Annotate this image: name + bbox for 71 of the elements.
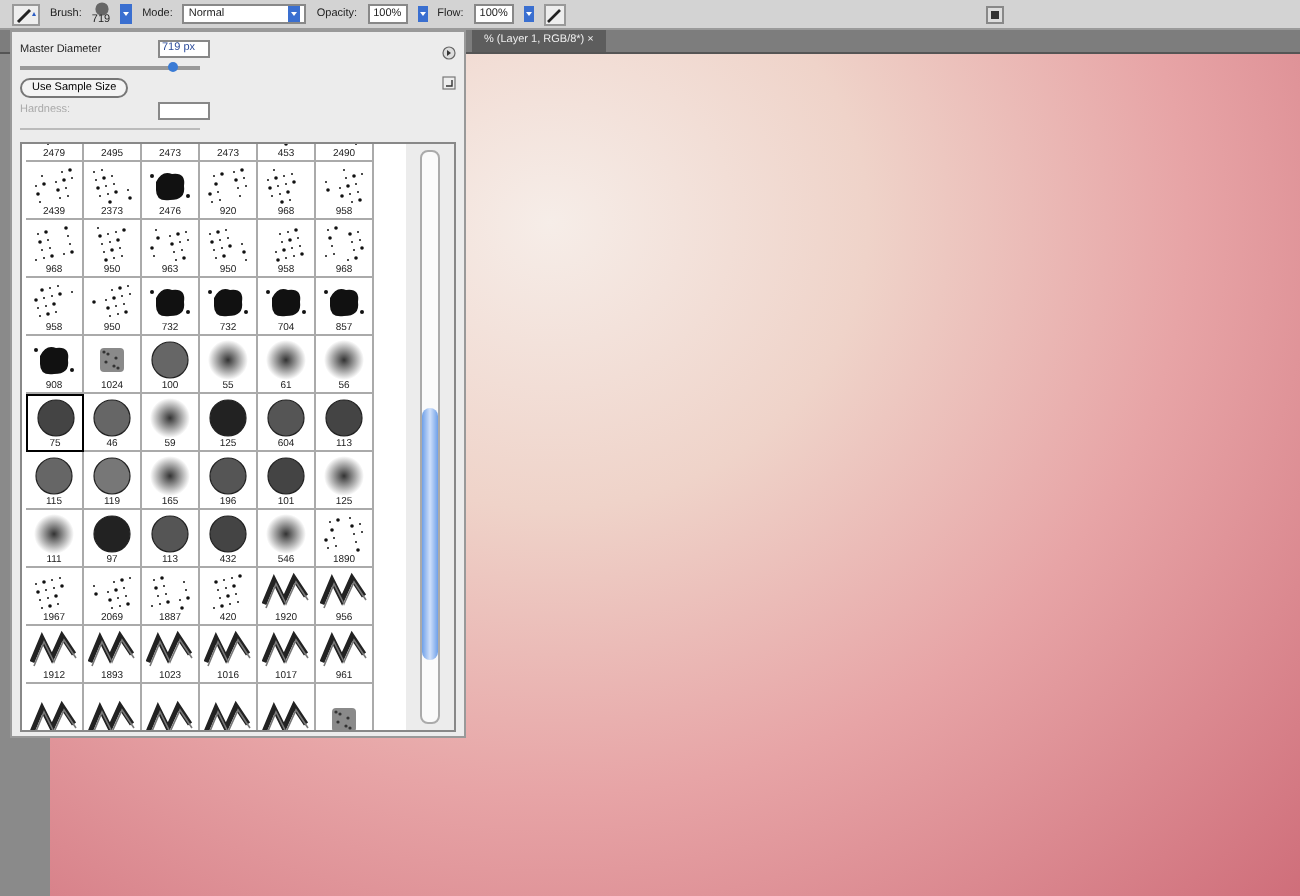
brush-tip-icon bbox=[34, 514, 74, 554]
slider-thumb[interactable] bbox=[168, 62, 178, 72]
brush-tip-icon bbox=[262, 700, 309, 730]
brush-tip-icon bbox=[88, 630, 135, 667]
brush-tip-icon bbox=[209, 457, 247, 495]
brush-tip-icon bbox=[204, 630, 251, 667]
brush-preset[interactable] bbox=[26, 684, 84, 730]
brush-tip-icon bbox=[146, 630, 193, 667]
brush-tip-icon bbox=[209, 229, 247, 261]
flyout-menu-icon bbox=[442, 46, 456, 60]
brush-tip-icon bbox=[150, 229, 189, 261]
brush-tip-icon bbox=[100, 348, 124, 372]
brush-tip-icon bbox=[34, 347, 74, 375]
brush-tip-icon bbox=[209, 515, 247, 553]
brush-tip-icon bbox=[208, 340, 248, 380]
brush-tip-icon bbox=[267, 399, 305, 437]
brush-tip-icon bbox=[35, 577, 64, 609]
brush-tip-icon bbox=[262, 572, 309, 609]
new-preset-icon bbox=[442, 76, 456, 90]
brush-tip-icon bbox=[324, 517, 363, 552]
brush-tip-icon bbox=[208, 289, 248, 317]
brush-tip-icon bbox=[151, 576, 190, 610]
brush-tip-icon bbox=[150, 173, 190, 201]
brush-tip-icon bbox=[324, 456, 364, 496]
brush-tip-icon bbox=[97, 227, 126, 262]
brush-tip-icon bbox=[93, 2, 109, 16]
brush-tip-icon bbox=[324, 340, 364, 380]
brush-preset[interactable] bbox=[142, 684, 200, 730]
brush-preset[interactable] bbox=[258, 684, 316, 730]
brush-tip-icon bbox=[320, 572, 367, 609]
brush-preset[interactable] bbox=[200, 684, 258, 730]
brush-tip-icon bbox=[262, 630, 309, 667]
brush-tip-icon bbox=[35, 226, 74, 261]
brush-tip-icon bbox=[150, 456, 190, 496]
brush-tip-icon bbox=[266, 514, 306, 554]
brush-tip-icon bbox=[93, 457, 131, 495]
scrollbar-thumb[interactable] bbox=[422, 408, 438, 660]
brush-tip-icon bbox=[266, 289, 306, 317]
brush-tip-icon bbox=[36, 399, 74, 437]
brush-tip-icon bbox=[93, 577, 131, 609]
brush-tip-icon bbox=[146, 700, 193, 730]
brush-tip-icon bbox=[151, 341, 189, 379]
palette-icon bbox=[985, 5, 1004, 23]
brush-tip-icon bbox=[324, 289, 364, 317]
dropdown-icon bbox=[523, 6, 534, 22]
brush-tip-icon bbox=[88, 700, 135, 730]
brush-tip-icon bbox=[93, 399, 131, 437]
brush-tip-icon bbox=[320, 630, 367, 667]
scrollbar[interactable] bbox=[420, 150, 440, 724]
dropdown-icon bbox=[288, 6, 301, 22]
brush-tip-icon bbox=[30, 630, 77, 667]
brush-tip-icon bbox=[213, 574, 242, 609]
brush-tip-icon bbox=[92, 285, 131, 317]
brush-tip-icon bbox=[209, 399, 247, 437]
hardness-field bbox=[158, 101, 210, 119]
brush-tip-icon bbox=[150, 398, 190, 438]
brush-tip-icon bbox=[93, 515, 131, 553]
dropdown-icon bbox=[120, 4, 133, 24]
brush-tip-icon bbox=[325, 226, 364, 261]
brush-tip-icon bbox=[266, 340, 306, 380]
dropdown-icon bbox=[417, 6, 428, 22]
brush-tip-icon bbox=[204, 700, 251, 730]
brush-tip-icon bbox=[35, 457, 73, 495]
brush-tip-icon bbox=[325, 169, 363, 203]
brush-preset[interactable] bbox=[84, 684, 142, 730]
brush-tip-icon bbox=[267, 457, 305, 495]
brush-tip-icon bbox=[325, 399, 363, 437]
brush-tip-icon bbox=[151, 515, 189, 553]
brush-tip-icon bbox=[30, 700, 77, 730]
brush-tip-icon bbox=[275, 228, 304, 262]
brush-tip-icon bbox=[150, 289, 190, 317]
